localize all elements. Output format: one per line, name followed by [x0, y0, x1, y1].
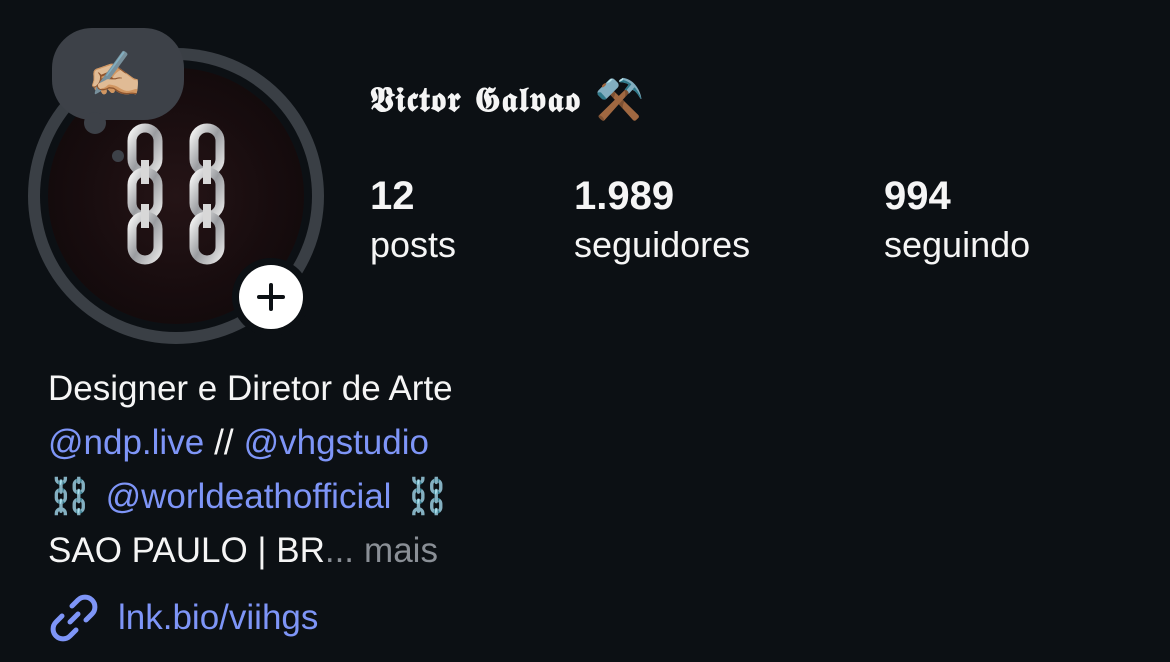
bio-line-worldeath: ⛓️ @worldeathofficial ⛓️ — [48, 470, 453, 524]
stat-following[interactable]: 994 seguindo — [884, 170, 1030, 268]
mention-vhgstudio[interactable]: @vhgstudio — [244, 416, 429, 470]
note-bubble-tail-small — [112, 150, 124, 162]
link-icon — [50, 594, 98, 642]
note-bubble-tail — [84, 112, 106, 134]
followers-count: 1.989 — [574, 174, 675, 218]
bio-location: SAO PAULO | BR — [48, 531, 325, 570]
chain-icon: ⛓️ — [48, 477, 92, 516]
bio: Designer e Diretor de Arte @ndp.live // … — [48, 362, 453, 578]
stat-posts[interactable]: 12 posts — [370, 170, 456, 268]
link-text: lnk.bio/viihgs — [118, 598, 319, 637]
posts-count: 12 — [370, 174, 415, 218]
bio-link[interactable]: lnk.bio/viihgs — [48, 592, 318, 644]
bio-separator: // — [214, 423, 234, 462]
following-label: seguindo — [884, 224, 1031, 265]
display-name-text: 𝖁𝖎𝖈𝖙𝖔𝖗 𝕲𝖆𝖑𝖛𝖆𝖔 — [370, 79, 581, 120]
mention-worldeathofficial[interactable]: @worldeathofficial — [106, 470, 392, 524]
bio-line-title: Designer e Diretor de Arte — [48, 362, 453, 416]
add-story-button[interactable] — [232, 258, 310, 336]
bio-title: Designer e Diretor de Arte — [48, 369, 453, 408]
profile-header: ✍🏼 𝖁𝖎𝖈𝖙𝖔𝖗 𝕲𝖆𝖑𝖛𝖆𝖔 ⚒️ 12 posts 1.989 segui… — [0, 0, 1170, 662]
followers-label: seguidores — [574, 224, 751, 265]
mention-ndp-live[interactable]: @ndp.live — [48, 416, 204, 470]
chain-icon: ⛓️ — [405, 477, 450, 516]
bio-ellipsis: ... — [324, 531, 355, 570]
hammer-pick-icon: ⚒️ — [594, 78, 645, 122]
posts-label: posts — [370, 224, 457, 265]
following-count: 994 — [884, 174, 951, 218]
bio-more-button[interactable]: mais — [364, 524, 438, 578]
plus-icon — [257, 283, 285, 311]
bio-line-mentions: @ndp.live // @vhgstudio — [48, 416, 453, 470]
display-name: 𝖁𝖎𝖈𝖙𝖔𝖗 𝕲𝖆𝖑𝖛𝖆𝖔 ⚒️ — [370, 76, 645, 123]
add-story-circle — [239, 265, 303, 329]
writing-hand-icon: ✍🏼 — [87, 50, 143, 99]
note-bubble[interactable]: ✍🏼 — [52, 28, 184, 120]
stat-followers[interactable]: 1.989 seguidores — [574, 170, 750, 268]
bio-line-location: SAO PAULO | BR ... mais — [48, 524, 453, 578]
